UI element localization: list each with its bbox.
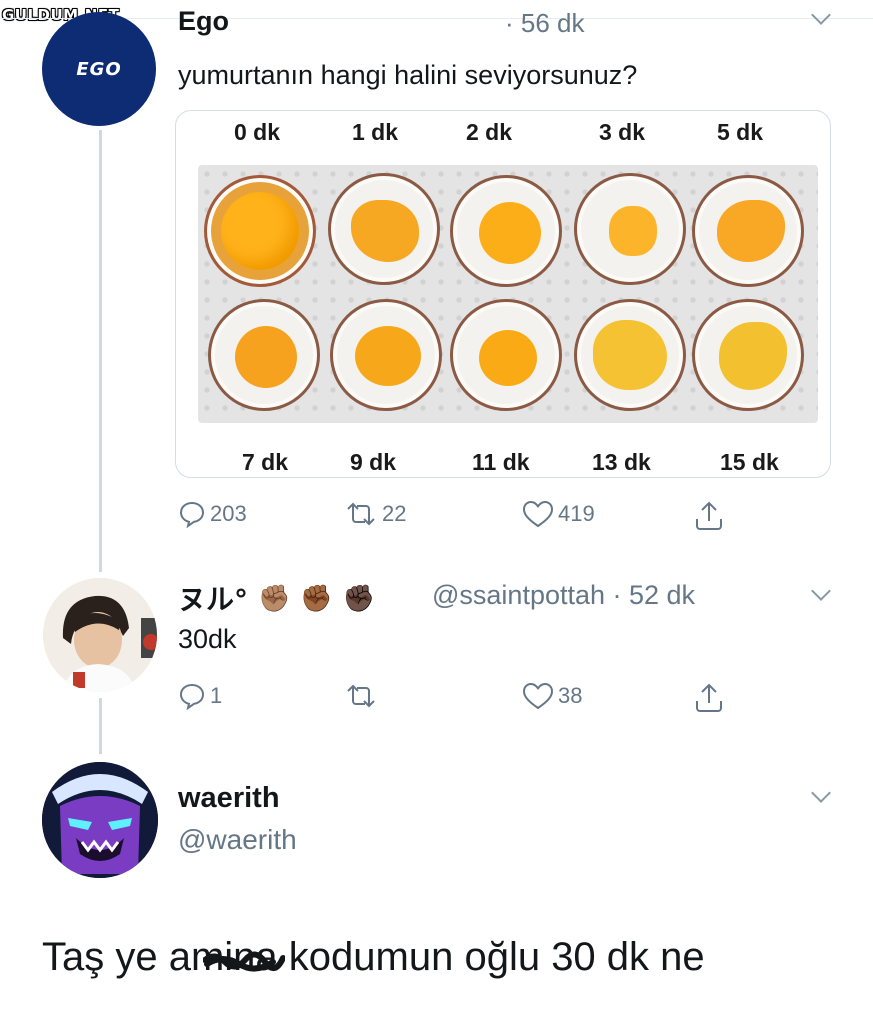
- yolk: [593, 320, 667, 390]
- ego-avatar[interactable]: EGO: [42, 12, 156, 126]
- reply-text-after: kodumun oğlu 30 dk ne: [277, 935, 705, 979]
- egg: [450, 299, 562, 411]
- ssaintpottah-avatar[interactable]: [43, 578, 157, 692]
- reply-button[interactable]: 203: [178, 500, 247, 528]
- yolk: [719, 322, 787, 390]
- yolk: [221, 192, 299, 270]
- reply-text: Taş ye amina kodumun oğlu 30 dk ne: [42, 935, 705, 980]
- reply-author-name[interactable]: waerith: [178, 782, 280, 815]
- egg: [574, 299, 686, 411]
- share-icon: [696, 501, 722, 530]
- reply-text-before: Taş ye a: [42, 935, 191, 979]
- heart-icon: [522, 682, 554, 710]
- yolk: [235, 326, 297, 388]
- reply-icon: [179, 501, 205, 528]
- reply-count: 1: [210, 683, 223, 708]
- egg: [328, 173, 440, 285]
- reply-button[interactable]: 1: [178, 682, 222, 710]
- yolk: [479, 330, 537, 386]
- egg-label: 5 dk: [717, 119, 764, 145]
- tweet-text: 30dk: [178, 624, 237, 654]
- chevron-down-icon[interactable]: [811, 581, 831, 601]
- egg-label: 0 dk: [234, 119, 281, 145]
- thread-line: [99, 698, 102, 754]
- like-button[interactable]: 419: [522, 500, 595, 528]
- censor-scribble: [203, 951, 285, 972]
- reply-count: 203: [210, 501, 247, 526]
- chevron-down-icon[interactable]: [811, 5, 831, 25]
- yolk: [717, 200, 785, 262]
- egg: [574, 173, 686, 285]
- retweet-count: 22: [382, 501, 407, 526]
- egg: [330, 299, 442, 411]
- top-divider: [0, 18, 873, 19]
- egg-label: 7 dk: [242, 449, 289, 475]
- egg: [450, 175, 562, 287]
- retweet-icon: [347, 684, 375, 708]
- yolk: [355, 326, 421, 386]
- like-count: 419: [558, 501, 595, 526]
- like-count: 38: [558, 683, 583, 708]
- egg-label: 11 dk: [472, 449, 530, 475]
- egg: [204, 175, 316, 287]
- profile-photo: [43, 578, 157, 692]
- egg-tray: [198, 165, 818, 423]
- egg: [692, 299, 804, 411]
- retweet-button[interactable]: [344, 682, 378, 710]
- egg-image-card[interactable]: 0 dk 1 dk 2 dk 3 dk 5 dk 7 dk 9 dk 11 dk…: [175, 110, 831, 478]
- reply-icon: [179, 683, 205, 710]
- tweet-handle-time[interactable]: @ssaintpottah · 52 dk: [432, 580, 695, 611]
- yolk: [479, 202, 541, 264]
- tweet-author-name[interactable]: ヌル° ✊🏽 ✊🏾 ✊🏿: [178, 578, 375, 618]
- yolk: [609, 206, 657, 256]
- egg-label: 9 dk: [350, 449, 397, 475]
- like-button[interactable]: 38: [522, 682, 582, 710]
- share-icon: [696, 683, 722, 712]
- tweet-author-name[interactable]: Ego: [178, 6, 229, 37]
- ego-logo-text: EGO: [76, 58, 122, 80]
- akali-mask-image: [42, 762, 158, 878]
- egg-label: 3 dk: [599, 119, 646, 145]
- reply-handle[interactable]: @waerith: [178, 824, 297, 856]
- tweet-text: yumurtanın hangi halini seviyorsunuz?: [178, 60, 638, 90]
- fist-emoji: ✊🏿: [342, 582, 376, 613]
- egg: [692, 175, 804, 287]
- share-button[interactable]: [694, 682, 724, 714]
- retweet-button[interactable]: 22: [344, 500, 406, 528]
- fist-emoji: ✊🏾: [300, 582, 333, 613]
- yolk: [351, 200, 419, 262]
- chevron-down-icon[interactable]: [811, 783, 831, 803]
- thread-line: [99, 130, 102, 572]
- egg-label: 1 dk: [352, 119, 399, 145]
- waerith-avatar[interactable]: [42, 762, 158, 878]
- egg: [208, 299, 320, 411]
- egg-label: 2 dk: [466, 119, 513, 145]
- retweet-icon: [347, 502, 375, 526]
- heart-icon: [522, 500, 554, 528]
- egg-label: 15 dk: [720, 449, 779, 475]
- author-name-text: ヌル°: [178, 583, 249, 616]
- share-button[interactable]: [694, 500, 724, 532]
- tweet-time[interactable]: · 56 dk: [505, 8, 585, 39]
- fist-emoji: ✊🏽: [258, 582, 291, 613]
- egg-label: 13 dk: [592, 449, 651, 475]
